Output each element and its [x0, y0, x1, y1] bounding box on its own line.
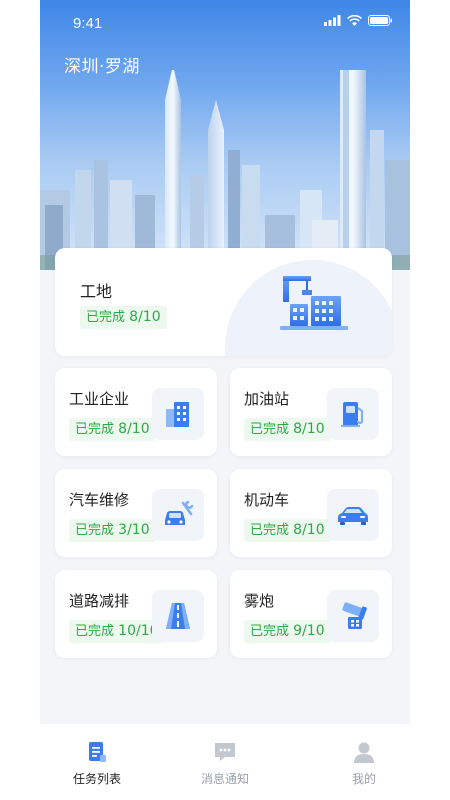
category-card-industrial-enterprise[interactable]: 工业企业 已完成 8/10: [55, 368, 217, 456]
status-badge: 已完成 8/10: [244, 519, 331, 542]
factory-building-icon: [152, 388, 204, 440]
tab-task-list[interactable]: 任务列表: [47, 724, 147, 800]
hero-banner: 9:41 深圳·罗湖: [40, 0, 410, 270]
status-badge: 已完成 8/10: [244, 418, 331, 441]
badge-value: 9/10: [293, 623, 325, 639]
badge-prefix: 已完成: [86, 310, 126, 325]
signal-icon: [324, 15, 341, 26]
category-card-construction-site[interactable]: 工地 已完成 8/10: [55, 248, 392, 356]
card-title: 道路减排: [69, 592, 130, 610]
app-screen: 9:41 深圳·罗湖 工地 已完成 8/10 工业企业 已完成 8/10 加油站…: [40, 0, 410, 800]
battery-icon: [368, 15, 392, 26]
category-card-motor-vehicle[interactable]: 机动车 已完成 8/10: [230, 469, 392, 557]
category-card-gas-station[interactable]: 加油站 已完成 8/10: [230, 368, 392, 456]
card-title: 加油站: [244, 390, 290, 408]
card-title: 雾炮: [244, 592, 275, 610]
car-icon: [327, 489, 379, 541]
category-card-road-emission-reduction[interactable]: 道路减排 已完成 10/10: [55, 570, 217, 658]
badge-prefix: 已完成: [250, 422, 290, 437]
car-repair-icon: [152, 489, 204, 541]
badge-prefix: 已完成: [75, 523, 115, 538]
user-icon: [354, 742, 374, 763]
tab-label: 我的: [351, 772, 376, 786]
status-badge: 已完成 3/10: [69, 519, 156, 542]
tab-label: 任务列表: [72, 772, 121, 786]
status-icons: [324, 15, 392, 26]
construction-crane-icon: [280, 276, 348, 330]
tab-label: 消息通知: [200, 772, 249, 786]
card-title: 工业企业: [69, 390, 130, 408]
road-icon: [152, 590, 204, 642]
bottom-tab-bar: 任务列表 消息通知 我的: [40, 724, 410, 800]
wifi-icon: [347, 15, 362, 26]
badge-value: 8/10: [129, 309, 161, 325]
location-label[interactable]: 深圳·罗湖: [64, 52, 140, 77]
task-list-icon: [89, 742, 106, 762]
badge-prefix: 已完成: [250, 624, 290, 639]
fog-cannon-icon: [327, 590, 379, 642]
status-time: 9:41: [73, 15, 103, 32]
card-title: 汽车维修: [69, 491, 130, 509]
status-badge: 已完成 8/10: [80, 306, 167, 329]
badge-value: 8/10: [293, 421, 325, 437]
status-badge: 已完成 8/10: [69, 418, 156, 441]
status-badge: 已完成 10/10: [69, 620, 165, 643]
badge-prefix: 已完成: [75, 624, 115, 639]
badge-prefix: 已完成: [250, 523, 290, 538]
tab-messages[interactable]: 消息通知: [175, 724, 275, 800]
badge-value: 3/10: [118, 522, 150, 538]
category-card-fog-cannon[interactable]: 雾炮 已完成 9/10: [230, 570, 392, 658]
gas-pump-icon: [327, 388, 379, 440]
city-skyline-image: [40, 70, 410, 270]
category-card-auto-repair[interactable]: 汽车维修 已完成 3/10: [55, 469, 217, 557]
badge-value: 8/10: [118, 421, 150, 437]
card-title: 机动车: [244, 491, 290, 509]
tab-profile[interactable]: 我的: [314, 724, 410, 800]
badge-value: 8/10: [293, 522, 325, 538]
status-badge: 已完成 9/10: [244, 620, 331, 643]
message-icon: [215, 743, 235, 761]
status-bar: 9:41: [40, 0, 410, 44]
card-title: 工地: [80, 282, 113, 301]
badge-prefix: 已完成: [75, 422, 115, 437]
